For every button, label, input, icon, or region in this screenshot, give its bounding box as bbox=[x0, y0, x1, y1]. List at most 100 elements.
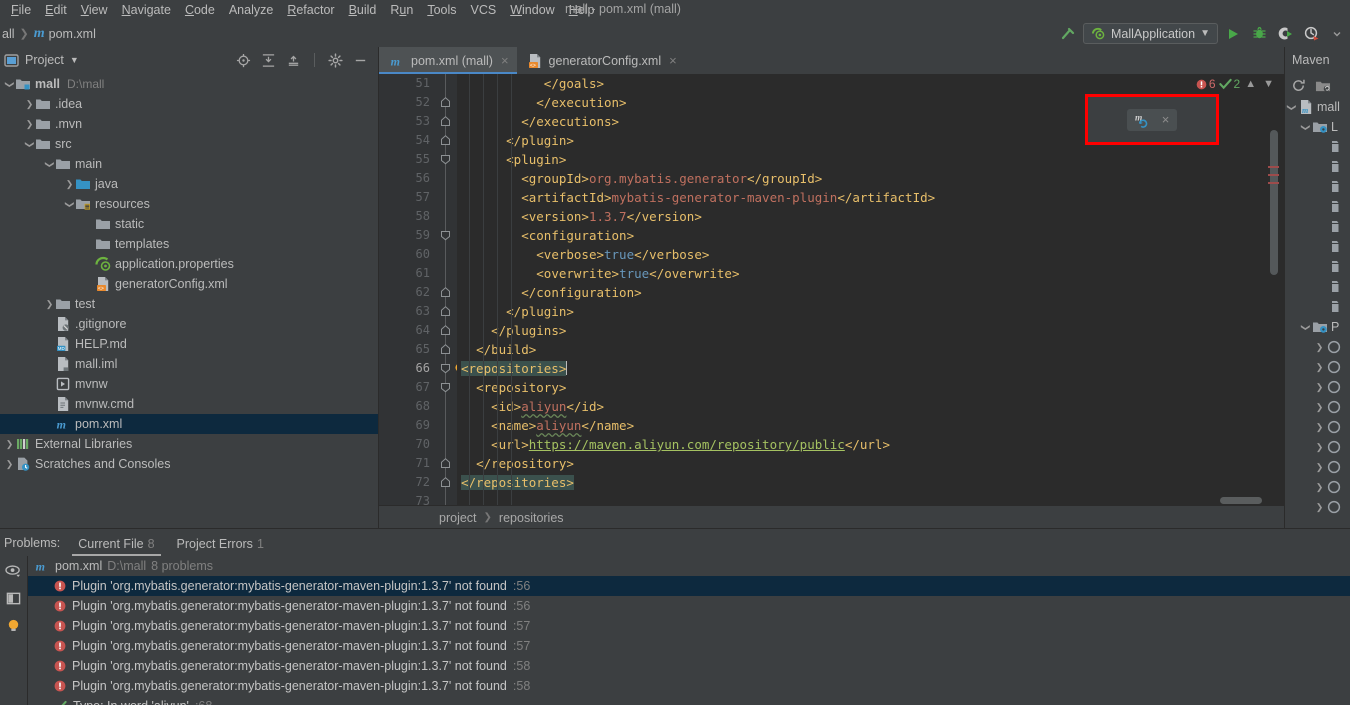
problem-row[interactable]: Plugin 'org.mybatis.generator:mybatis-ge… bbox=[28, 636, 1350, 656]
maven-tree-row[interactable] bbox=[1285, 297, 1350, 317]
maven-tree-row[interactable] bbox=[1285, 237, 1350, 257]
chevron-right-icon[interactable]: ❯ bbox=[1313, 482, 1326, 493]
tab-current-file[interactable]: Current File 8 bbox=[68, 537, 164, 556]
maven-tree-row[interactable]: ❯ bbox=[1285, 477, 1350, 497]
code-line[interactable]: </repository> bbox=[457, 454, 1284, 473]
chevron-right-icon[interactable]: ❯ bbox=[24, 99, 35, 110]
fold-collapse-icon[interactable] bbox=[440, 302, 451, 321]
error-stripe-mark[interactable] bbox=[1268, 182, 1279, 184]
fold-collapse-icon[interactable] bbox=[440, 340, 451, 359]
scrollbar-thumb[interactable] bbox=[1220, 497, 1262, 504]
tree-row[interactable]: mvnw bbox=[0, 374, 378, 394]
chevron-right-icon[interactable]: ❯ bbox=[1313, 502, 1326, 513]
editor-tab-bar[interactable]: m pom.xml (mall) × <> generatorConfig.xml × bbox=[379, 47, 1284, 74]
code-line[interactable]: </plugin> bbox=[457, 302, 1284, 321]
maven-tree-row[interactable]: ❯ bbox=[1285, 497, 1350, 517]
maven-tree-row[interactable]: ❯ bbox=[1285, 437, 1350, 457]
tree-row[interactable]: templates bbox=[0, 234, 378, 254]
maven-tree-row[interactable] bbox=[1285, 217, 1350, 237]
menu-item-build[interactable]: Build bbox=[342, 2, 384, 18]
tree-row[interactable]: ❯ .idea bbox=[0, 94, 378, 114]
chevron-right-icon[interactable]: ❯ bbox=[1313, 342, 1326, 353]
editor-breadcrumbs[interactable]: project ❯ repositories bbox=[379, 505, 1284, 529]
fold-collapse-icon[interactable] bbox=[440, 454, 451, 473]
maven-tree-row[interactable]: ❯ bbox=[1285, 397, 1350, 417]
fold-collapse-icon[interactable] bbox=[440, 283, 451, 302]
chevron-right-icon[interactable]: ❯ bbox=[1313, 422, 1326, 433]
maven-tree-row[interactable]: ❯ m mall bbox=[1285, 97, 1350, 117]
chevron-down-icon[interactable]: ❯ bbox=[44, 159, 55, 170]
chevron-down-icon[interactable]: ❯ bbox=[1286, 101, 1297, 114]
code-line[interactable]: </plugins> bbox=[457, 321, 1284, 340]
toolbar-more-icon[interactable] bbox=[1326, 23, 1348, 45]
menu-item-run[interactable]: Run bbox=[383, 2, 420, 18]
maven-tree-row[interactable] bbox=[1285, 157, 1350, 177]
close-icon[interactable]: × bbox=[1162, 112, 1170, 127]
chevron-up-icon[interactable]: ▲ bbox=[1243, 78, 1258, 90]
collapse-all-icon[interactable] bbox=[286, 53, 301, 68]
chevron-right-icon[interactable]: ❯ bbox=[64, 179, 75, 190]
reload-all-icon[interactable] bbox=[1291, 78, 1306, 93]
error-stripe-mark[interactable] bbox=[1268, 174, 1279, 176]
maven-tree-row[interactable]: ❯ L bbox=[1285, 117, 1350, 137]
add-maven-project-icon[interactable] bbox=[1315, 78, 1331, 93]
breadcrumb-item[interactable]: repositories bbox=[499, 511, 564, 525]
maven-tree[interactable]: ❯ m mall ❯ L ❯ P ❯ ❯ ❯ ❯ ❯ ❯ ❯ ❯ ❯ bbox=[1285, 97, 1350, 517]
close-icon[interactable]: × bbox=[501, 53, 509, 68]
expand-all-icon[interactable] bbox=[261, 53, 276, 68]
tree-row[interactable]: ❯ External Libraries bbox=[0, 434, 378, 454]
code-line[interactable]: </build> bbox=[457, 340, 1284, 359]
code-line[interactable]: <artifactId>mybatis-generator-maven-plug… bbox=[457, 188, 1284, 207]
fold-expand-icon[interactable] bbox=[440, 378, 451, 397]
breadcrumb-file[interactable]: pom.xml bbox=[49, 27, 96, 41]
tree-row[interactable]: ❯ src bbox=[0, 134, 378, 154]
menu-item-vcs[interactable]: VCS bbox=[464, 2, 504, 18]
menu-item-edit[interactable]: Edit bbox=[38, 2, 74, 18]
fold-collapse-icon[interactable] bbox=[440, 112, 451, 131]
tree-row[interactable]: mall.iml bbox=[0, 354, 378, 374]
chevron-right-icon[interactable]: ❯ bbox=[1313, 462, 1326, 473]
code-line[interactable]: </configuration> bbox=[457, 283, 1284, 302]
settings-gear-icon[interactable] bbox=[328, 52, 343, 68]
run-with-coverage-icon[interactable] bbox=[1274, 23, 1296, 45]
breadcrumb-item[interactable]: project bbox=[439, 511, 477, 525]
menu-item-code[interactable]: Code bbox=[178, 2, 222, 18]
menu-item-window[interactable]: Window bbox=[503, 2, 561, 18]
tree-row[interactable]: ❯ mall D:\mall bbox=[0, 74, 378, 94]
preview-eye-icon[interactable] bbox=[5, 564, 22, 579]
tree-row[interactable]: <> generatorConfig.xml bbox=[0, 274, 378, 294]
tree-row[interactable]: ❯ main bbox=[0, 154, 378, 174]
run-configuration-selector[interactable]: MallApplication ▼ bbox=[1083, 23, 1218, 44]
menu-item-analyze[interactable]: Analyze bbox=[222, 2, 280, 18]
chevron-right-icon[interactable]: ❯ bbox=[4, 459, 15, 470]
chevron-down-icon[interactable]: ❯ bbox=[4, 79, 15, 90]
code-line[interactable]: <name>aliyun</name> bbox=[457, 416, 1284, 435]
code-line[interactable]: <overwrite>true</overwrite> bbox=[457, 264, 1284, 283]
menu-item-file[interactable]: File bbox=[4, 2, 38, 18]
chevron-down-icon[interactable]: ❯ bbox=[64, 199, 75, 210]
menu-item-view[interactable]: View bbox=[74, 2, 115, 18]
code-viewport[interactable]: 51 52 53 54 55 56 57 58 59 60 61 62 63 64 65 66 67 68 69 70… bbox=[379, 74, 1284, 505]
chevron-right-icon[interactable]: ❯ bbox=[1313, 402, 1326, 413]
maven-tree-row[interactable] bbox=[1285, 277, 1350, 297]
run-icon[interactable] bbox=[1222, 23, 1244, 45]
project-panel-title-group[interactable]: Project ▼ bbox=[4, 53, 79, 68]
maven-tree-row[interactable]: ❯ bbox=[1285, 337, 1350, 357]
maven-tree-row[interactable]: ❯ bbox=[1285, 417, 1350, 437]
fold-expand-icon[interactable] bbox=[440, 359, 451, 378]
hammer-build-icon[interactable] bbox=[1057, 23, 1079, 45]
breadcrumb-project[interactable]: all bbox=[2, 27, 15, 41]
tree-row[interactable]: ❯ test bbox=[0, 294, 378, 314]
editor-vertical-scrollbar[interactable] bbox=[1270, 130, 1278, 275]
problem-row[interactable]: Plugin 'org.mybatis.generator:mybatis-ge… bbox=[28, 676, 1350, 696]
fold-gutter[interactable] bbox=[435, 74, 464, 505]
code-line[interactable]: <repository> bbox=[457, 378, 1284, 397]
menu-item-navigate[interactable]: Navigate bbox=[115, 2, 178, 18]
maven-reload-button[interactable]: m × bbox=[1126, 108, 1178, 131]
tree-row[interactable]: ❯ .mvn bbox=[0, 114, 378, 134]
lightbulb-icon[interactable] bbox=[6, 618, 21, 634]
fold-collapse-icon[interactable] bbox=[440, 321, 451, 340]
fold-expand-icon[interactable] bbox=[440, 150, 451, 169]
problems-file-row[interactable]: m pom.xml D:\mall 8 problems bbox=[28, 556, 1350, 576]
profiler-icon[interactable] bbox=[1300, 23, 1322, 45]
